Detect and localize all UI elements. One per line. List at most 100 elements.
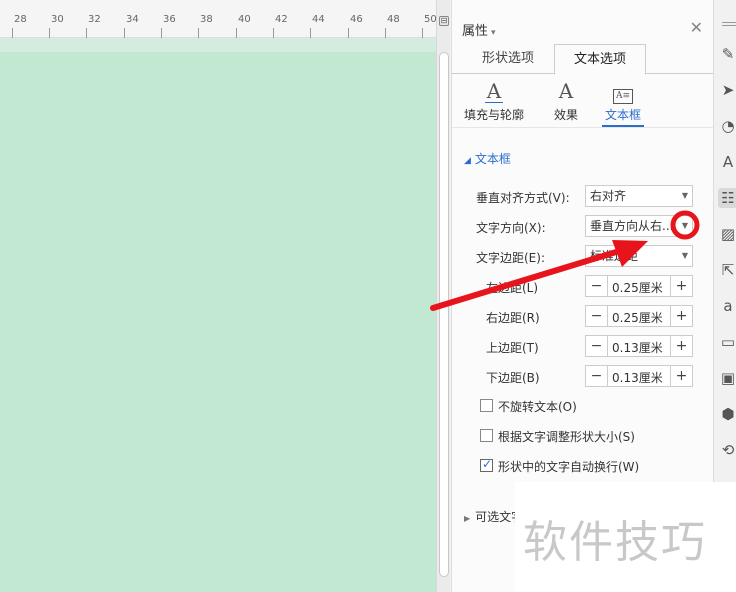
- direction-value: 垂直方向从右...: [590, 219, 674, 233]
- ruler-label: 48: [387, 14, 400, 25]
- subtab-label: 填充与轮廓: [463, 108, 524, 122]
- right-margin-stepper[interactable]: − 0.25厘米 +: [585, 305, 693, 327]
- archive-icon[interactable]: ▭: [718, 332, 736, 352]
- subtab-effects[interactable]: A 效果: [548, 78, 584, 123]
- direction-row: 文字方向(X): 垂直方向从右... ▼: [476, 215, 696, 239]
- top-margin-value[interactable]: 0.13厘米: [612, 339, 663, 356]
- subtab-label: 效果: [553, 108, 578, 122]
- cursor-icon[interactable]: ➤: [718, 80, 736, 100]
- text-fill-icon: A: [484, 79, 504, 103]
- eraser-icon[interactable]: ✎: [718, 44, 736, 64]
- panel-title[interactable]: 属性 ▾: [462, 20, 496, 39]
- ruler-toggle-icon[interactable]: ⊟: [439, 16, 449, 26]
- ruler-label: 44: [312, 14, 325, 25]
- subtab-label: 文本框: [602, 106, 644, 127]
- checkbox-label: 根据文字调整形状大小(S): [498, 430, 635, 444]
- valign-value: 右对齐: [590, 189, 627, 203]
- picture-icon[interactable]: ▣: [718, 368, 736, 388]
- ruler-major-tick: [198, 28, 199, 38]
- app-window: 28 30 32 34 36 38 40 42 44 46 48 50 ⊟ 属性…: [0, 0, 736, 592]
- plus-icon[interactable]: +: [670, 276, 692, 296]
- checkbox-box[interactable]: [480, 457, 493, 472]
- chevron-down-icon: ▾: [491, 28, 496, 38]
- horizontal-ruler[interactable]: 28 30 32 34 36 38 40 42 44 46 48 50: [0, 0, 437, 38]
- panel-tabs: 形状选项 文本选项: [452, 44, 714, 75]
- canvas-header-strip: [0, 38, 436, 52]
- minus-icon[interactable]: −: [586, 306, 608, 326]
- vertical-scrollbar[interactable]: ⊟: [436, 0, 450, 592]
- checkbox-box[interactable]: [480, 399, 493, 412]
- bottom-margin-stepper[interactable]: − 0.13厘米 +: [585, 365, 693, 387]
- ruler-major-tick: [422, 28, 423, 38]
- ruler-major-tick: [86, 28, 87, 38]
- ruler-label: 32: [88, 14, 101, 25]
- bottom-margin-label: 下边距(B): [486, 371, 540, 385]
- text-transform-icon[interactable]: a: [718, 296, 736, 316]
- bottom-margin-row: 下边距(B) − 0.13厘米 +: [476, 365, 696, 389]
- ruler-label: 42: [275, 14, 288, 25]
- right-margin-label: 右边距(R): [486, 311, 540, 325]
- direction-label: 文字方向(X):: [476, 221, 546, 235]
- top-margin-row: 上边距(T) − 0.13厘米 +: [476, 335, 696, 359]
- right-margin-value[interactable]: 0.25厘米: [612, 309, 663, 326]
- plus-icon[interactable]: +: [670, 366, 692, 386]
- collapse-triangle-icon: ◢: [464, 156, 471, 166]
- plus-icon[interactable]: +: [670, 306, 692, 326]
- close-icon[interactable]: ✕: [690, 18, 703, 37]
- section-title: 文本框: [474, 152, 511, 166]
- top-margin-stepper[interactable]: − 0.13厘米 +: [585, 335, 693, 357]
- text-style-icon[interactable]: A: [718, 152, 736, 172]
- history-icon[interactable]: ⟲: [718, 440, 736, 460]
- tab-text-options[interactable]: 文本选项: [554, 44, 646, 75]
- shield-icon[interactable]: ⬢: [718, 404, 736, 424]
- ruler-major-tick: [161, 28, 162, 38]
- valign-label: 垂直对齐方式(V):: [476, 191, 570, 205]
- left-margin-value[interactable]: 0.25厘米: [612, 279, 663, 296]
- section-textbox-header[interactable]: ◢ 文本框: [464, 150, 511, 167]
- top-margin-label: 上边距(T): [486, 341, 539, 355]
- ruler-label: 34: [126, 14, 139, 25]
- subtab-fill-outline[interactable]: A 填充与轮廓: [462, 78, 526, 123]
- ruler-label: 28: [14, 14, 27, 25]
- bottom-margin-value[interactable]: 0.13厘米: [612, 369, 663, 386]
- tab-shape-options[interactable]: 形状选项: [462, 44, 554, 74]
- checkbox-label: 形状中的文字自动换行(W): [498, 460, 640, 474]
- ruler-major-tick: [49, 28, 50, 38]
- chevron-down-icon[interactable]: ▼: [682, 216, 688, 236]
- ruler-label: 50: [424, 14, 437, 25]
- direction-dropdown[interactable]: 垂直方向从右... ▼: [585, 215, 693, 237]
- margin-value: 标准边距: [590, 249, 639, 263]
- ruler-label: 38: [200, 14, 213, 25]
- image-edit-icon[interactable]: ▨: [718, 224, 736, 244]
- panel-title-text: 属性: [462, 24, 489, 39]
- subtab-textbox[interactable]: A≡ 文本框: [602, 78, 644, 127]
- grip-icon[interactable]: [722, 22, 736, 26]
- share-icon[interactable]: ⇱: [718, 260, 736, 280]
- minus-icon[interactable]: −: [586, 276, 608, 296]
- minus-icon[interactable]: −: [586, 366, 608, 386]
- left-margin-stepper[interactable]: − 0.25厘米 +: [585, 275, 693, 297]
- valign-row: 垂直对齐方式(V): 右对齐 ▼: [476, 185, 696, 209]
- margin-row: 文字边距(E): 标准边距 ▼: [476, 245, 696, 269]
- minus-icon[interactable]: −: [586, 336, 608, 356]
- plus-icon[interactable]: +: [670, 336, 692, 356]
- properties-icon[interactable]: ☷: [718, 188, 736, 208]
- left-margin-label: 左边距(L): [486, 281, 539, 295]
- ruler-major-tick: [124, 28, 125, 38]
- textbox-icon: A≡: [602, 78, 644, 104]
- checkbox-label: 不旋转文本(O): [498, 400, 577, 414]
- text-effect-icon: A: [558, 79, 574, 103]
- expand-triangle-icon: ▶: [464, 514, 471, 523]
- ruler-major-tick: [273, 28, 274, 38]
- right-margin-row: 右边距(R) − 0.25厘米 +: [476, 305, 696, 329]
- document-canvas[interactable]: [0, 38, 436, 592]
- scrollbar-thumb[interactable]: [439, 52, 449, 577]
- ruler-label: 40: [238, 14, 251, 25]
- ruler-major-tick: [385, 28, 386, 38]
- shapes-icon[interactable]: ◔: [718, 116, 736, 136]
- margin-dropdown[interactable]: 标准边距 ▼: [585, 245, 693, 267]
- watermark-text: 软件技巧: [523, 517, 707, 568]
- ruler-major-tick: [12, 28, 13, 38]
- valign-dropdown[interactable]: 右对齐 ▼: [585, 185, 693, 207]
- checkbox-box[interactable]: [480, 429, 493, 442]
